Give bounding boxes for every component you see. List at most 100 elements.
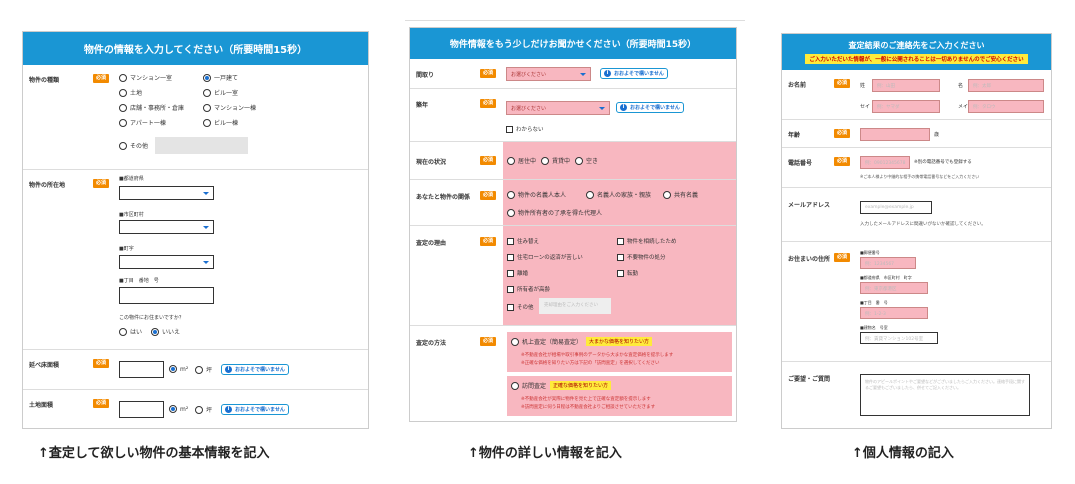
checkbox-elderly-owner[interactable]: 所有者が高齢 bbox=[507, 285, 550, 293]
checkbox-loan-hardship[interactable]: 住宅ローンの返済が苦しい bbox=[507, 253, 583, 261]
field-label: 現在の状況 bbox=[416, 159, 447, 166]
radio-vacant[interactable]: 空き bbox=[575, 156, 598, 165]
pref-city-input[interactable]: 例：東京都港区 bbox=[860, 282, 928, 294]
row-building-age: 築年 必須 お選びください i おおよそで構いません わからない bbox=[410, 89, 736, 142]
radio-agent[interactable]: 物件所有者の了承を得た代理人 bbox=[507, 208, 602, 217]
pref-label: ■都道府県 bbox=[119, 176, 144, 182]
field-label: 土地面積 bbox=[29, 402, 54, 409]
radio-whole-building[interactable]: ビル一棟 bbox=[203, 118, 287, 127]
row-property-type: 物件の種類 必須 マンション一室 一戸建て 土地 ビル一室 店舗・事務所・倉庫 … bbox=[23, 65, 368, 170]
row-name: お名前 必須 姓 例：山田 名 例：太郎 セイ 例：ヤマダ メイ 例：タロウ bbox=[782, 70, 1051, 120]
first-name-input[interactable]: 例：太郎 bbox=[968, 79, 1044, 92]
required-badge: 必須 bbox=[93, 179, 109, 188]
request-textarea[interactable]: 物件のアピールポイントやご要望などがございましたらご入力ください。連絡手段に関す… bbox=[860, 374, 1030, 416]
radio-apartment-building[interactable]: アパート一棟 bbox=[119, 118, 203, 127]
desk-appraisal-box[interactable]: 机上査定（簡易査定） 大まかな価格を知りたい方 ※不動産会社が相場や取引事例のデー… bbox=[507, 332, 732, 372]
property-basic-form: 物件の情報を入力してください（所要時間15秒） 物件の種類 必須 マンション一室… bbox=[22, 31, 369, 429]
reason-options: 住み替え 物件を相続したため 住宅ローンの返済が苦しい 不要物件の処分 離婚 転… bbox=[503, 226, 736, 325]
radio-visit-appraisal[interactable]: 訪問査定 正確な価格を知りたい方 bbox=[511, 381, 612, 390]
radio-rented[interactable]: 賃貸中 bbox=[541, 156, 570, 165]
radio-owner-self[interactable]: 物件の名義人本人 bbox=[507, 190, 566, 199]
chome-input[interactable] bbox=[119, 287, 214, 304]
info-icon: i bbox=[225, 366, 232, 373]
radio-detached-house[interactable]: 一戸建て bbox=[203, 73, 287, 82]
radio-live-no[interactable]: いいえ bbox=[151, 327, 180, 336]
field-label: 査定の方法 bbox=[416, 340, 447, 347]
radio-live-yes[interactable]: はい bbox=[119, 327, 142, 336]
radio-land[interactable]: 土地 bbox=[119, 88, 203, 97]
mei-label: 名 bbox=[958, 83, 964, 89]
required-badge: 必須 bbox=[480, 69, 496, 78]
radio-desk-appraisal[interactable]: 机上査定（簡易査定） 大まかな価格を知りたい方 bbox=[511, 337, 653, 346]
phone-input[interactable]: 例：09012345678 bbox=[860, 156, 910, 169]
mei-kana-label: メイ bbox=[958, 104, 969, 110]
required-badge: 必須 bbox=[480, 191, 496, 200]
visit-note-1: ※不動産会社が実際に物件を見た上で正確な査定額を提示します bbox=[521, 397, 651, 402]
visit-note-2: ※訪問査定に伺う日程は不動産会社よりご相談させていただきます bbox=[521, 405, 656, 410]
pref-select[interactable] bbox=[119, 186, 214, 200]
checkbox-unknown[interactable]: わからない bbox=[506, 125, 544, 133]
land-area-input[interactable] bbox=[119, 401, 164, 418]
city-select[interactable] bbox=[119, 220, 214, 234]
sei-label: 姓 bbox=[860, 83, 866, 89]
field-label: 電話番号 bbox=[788, 160, 813, 167]
other-type-input[interactable] bbox=[155, 137, 248, 154]
field-label: 築年 bbox=[416, 102, 429, 109]
field-label: 物件の種類 bbox=[29, 77, 60, 84]
desk-note-2: ※正確な価格を知りたい方は下記の「訪問査定」を選択してください bbox=[521, 361, 660, 366]
field-label: お名前 bbox=[788, 82, 807, 89]
checkbox-relocation[interactable]: 住み替え bbox=[507, 237, 539, 245]
desk-note-1: ※不動産会社が相場や取引事例のデータから大まかな査定価格を提示します bbox=[521, 353, 674, 358]
age-select[interactable]: お選びください bbox=[506, 101, 610, 115]
reason-other-input[interactable]: 売却理由をご入力ください bbox=[539, 298, 611, 314]
privacy-notice: ご入力いただいた情報が、一般に公開されることは一切ありませんのでご安心ください bbox=[805, 54, 1028, 64]
radio-floor-sqm[interactable]: m² bbox=[169, 365, 188, 373]
contact-info-form: 査定結果のご連絡先をご入力ください ご入力いただいた情報が、一般に公開されること… bbox=[781, 33, 1052, 429]
radio-condo-unit[interactable]: マンション一室 bbox=[119, 73, 203, 82]
checkbox-divorce[interactable]: 離婚 bbox=[507, 269, 528, 277]
radio-building-unit[interactable]: ビル一室 bbox=[203, 88, 287, 97]
age-input[interactable] bbox=[860, 128, 930, 141]
phone-note-2: ※ご本人様より中継的な相手の携帯電話番号などをご入力ください bbox=[860, 174, 980, 179]
required-badge: 必須 bbox=[93, 399, 109, 408]
layout-select[interactable]: お選びください bbox=[506, 67, 591, 81]
radio-other[interactable]: その他 bbox=[119, 141, 148, 150]
building-input[interactable]: 例：賃貸マンション102号室 bbox=[860, 332, 938, 344]
checkbox-disposal[interactable]: 不要物件の処分 bbox=[617, 253, 666, 261]
radio-store-office[interactable]: 店舗・事務所・倉庫 bbox=[119, 103, 203, 112]
form-title: 物件の情報を入力してください（所要時間15秒） bbox=[83, 45, 308, 56]
first-name-kana-input[interactable]: 例：タロウ bbox=[968, 100, 1044, 113]
required-badge: 必須 bbox=[93, 74, 109, 83]
radio-land-tsubo[interactable]: 坪 bbox=[195, 405, 212, 414]
last-name-kana-input[interactable]: 例：ヤマダ bbox=[872, 100, 940, 113]
approx-ok-badge: i おおよそで構いません bbox=[600, 68, 668, 79]
field-label: 間取り bbox=[416, 72, 435, 79]
town-select[interactable] bbox=[119, 255, 214, 269]
last-name-input[interactable]: 例：山田 bbox=[872, 79, 940, 92]
radio-owner-family[interactable]: 名義人の家族・親族 bbox=[586, 190, 651, 199]
floor-area-input[interactable] bbox=[119, 361, 164, 378]
checkbox-inheritance[interactable]: 物件を相続したため bbox=[617, 237, 677, 245]
row-phone: 電話番号 必須 例：09012345678 ※別の電話番号でも登録する ※ご本人… bbox=[782, 148, 1051, 188]
email-input[interactable]: example@example.jp bbox=[860, 201, 932, 214]
checkbox-other[interactable]: その他 bbox=[507, 303, 534, 311]
field-label: お住まいの住所 bbox=[788, 256, 831, 263]
radio-co-owner[interactable]: 共有名義 bbox=[663, 190, 698, 199]
approx-ok-badge: i おおよそで構いません bbox=[616, 102, 684, 113]
age-unit: 歳 bbox=[934, 132, 940, 138]
required-badge: 必須 bbox=[480, 337, 496, 346]
radio-condo-building[interactable]: マンション一棟 bbox=[203, 103, 287, 112]
radio-occupied[interactable]: 居住中 bbox=[507, 156, 536, 165]
radio-floor-tsubo[interactable]: 坪 bbox=[195, 365, 212, 374]
zip-input[interactable]: 例：1234567 bbox=[860, 257, 916, 269]
chome-input[interactable]: 例：1-2-3 bbox=[860, 307, 928, 319]
row-relation: あなたと物件の関係 必須 物件の名義人本人 名義人の家族・親族 共有名義 物件所… bbox=[410, 180, 736, 226]
row-age: 年齢 必須 歳 bbox=[782, 120, 1051, 148]
radio-land-sqm[interactable]: m² bbox=[169, 405, 188, 413]
property-detail-form: 物件情報をもう少しだけお聞かせください（所要時間15秒） 間取り 必須 お選びく… bbox=[409, 27, 737, 422]
divider bbox=[405, 20, 745, 21]
row-method: 査定の方法 必須 机上査定（簡易査定） 大まかな価格を知りたい方 ※不動産会社が相… bbox=[410, 326, 736, 421]
row-reason: 査定の理由 必須 住み替え 物件を相続したため 住宅ローンの返済が苦しい 不要物… bbox=[410, 226, 736, 326]
visit-appraisal-box[interactable]: 訪問査定 正確な価格を知りたい方 ※不動産会社が実際に物件を見た上で正確な査定額を… bbox=[507, 376, 732, 416]
checkbox-transfer[interactable]: 転勤 bbox=[617, 269, 638, 277]
